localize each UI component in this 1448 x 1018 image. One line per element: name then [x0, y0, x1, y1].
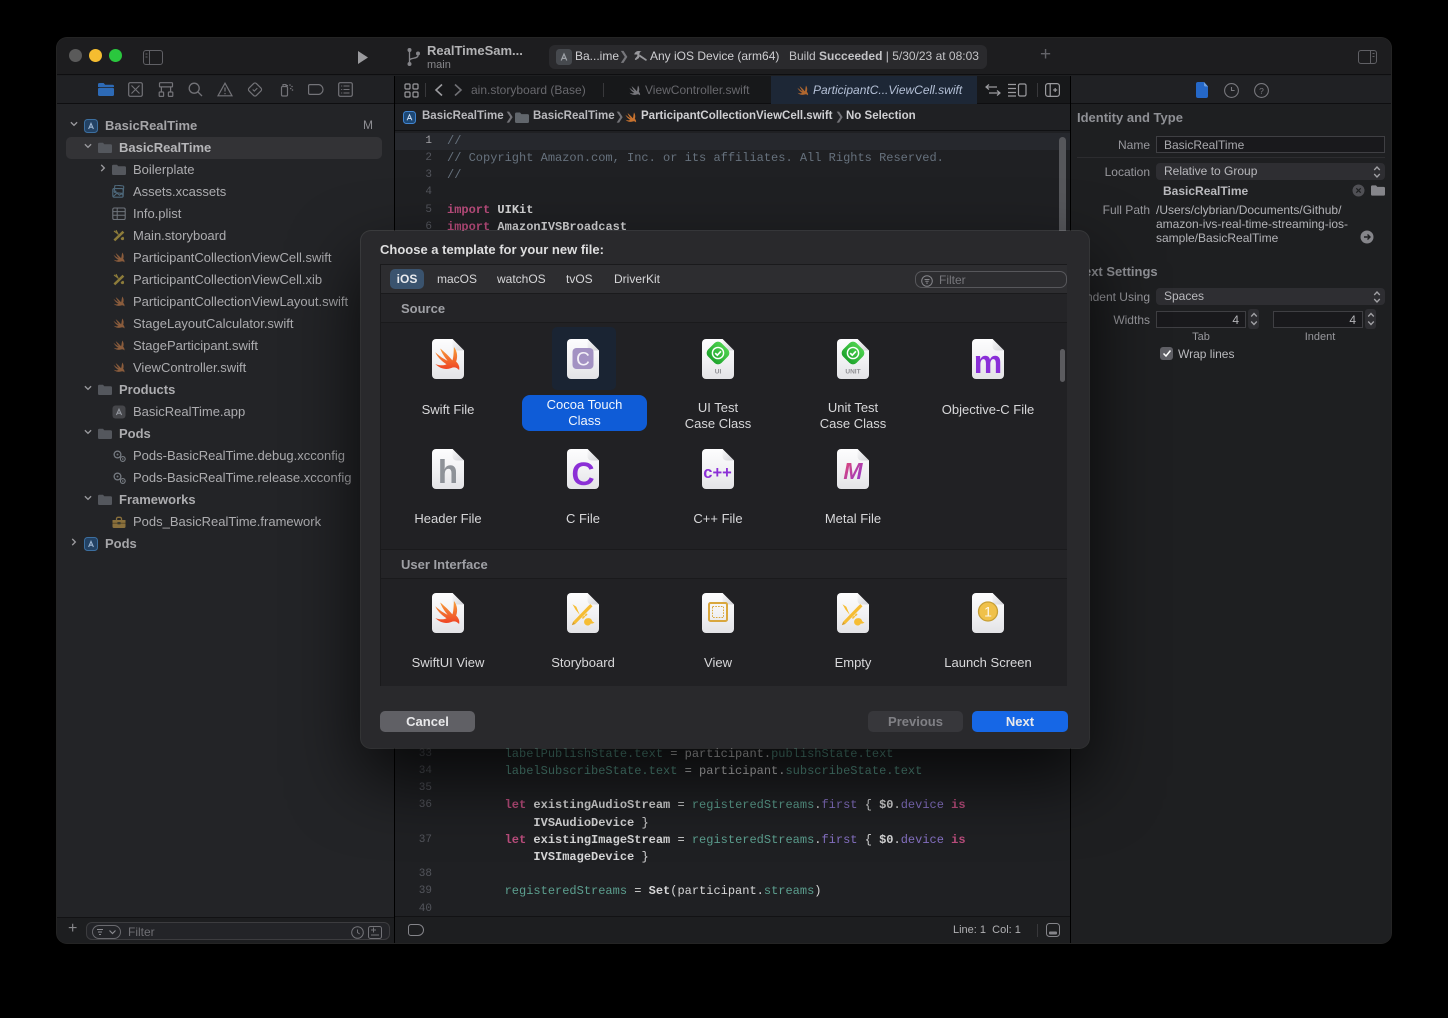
svg-text:m: m: [974, 344, 1002, 380]
svg-text:1: 1: [984, 604, 992, 620]
svg-text:h: h: [438, 453, 458, 490]
svg-text:C: C: [571, 456, 594, 490]
svg-text:c++: c++: [703, 464, 731, 482]
svg-text:M: M: [843, 458, 863, 484]
svg-text:UNIT: UNIT: [845, 369, 860, 376]
svg-text:?: ?: [1259, 86, 1264, 96]
svg-text:C: C: [576, 350, 590, 371]
svg-text:UI: UI: [715, 369, 722, 376]
